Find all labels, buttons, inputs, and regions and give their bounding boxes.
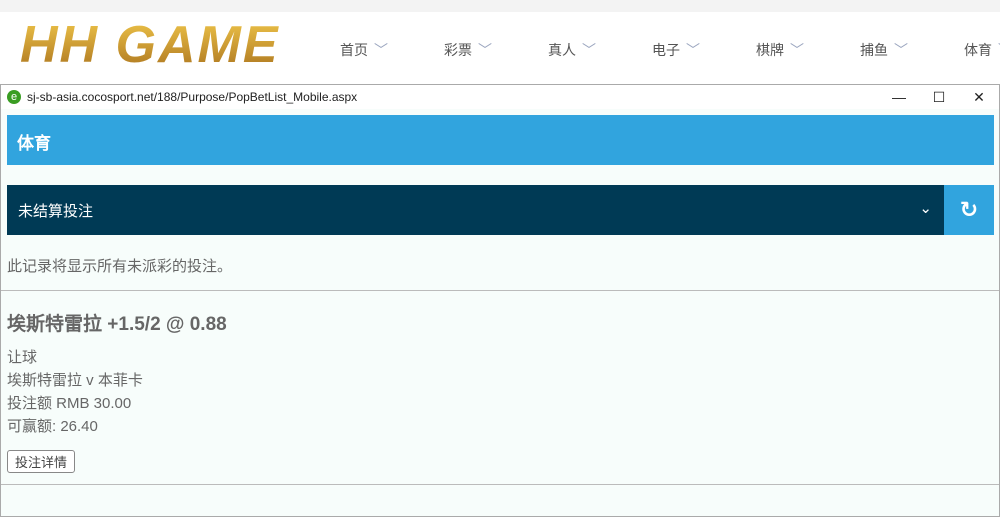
nav-label: 真人	[548, 42, 576, 58]
ie-icon: e	[7, 90, 21, 104]
title-bar: e sj-sb-asia.cocosport.net/188/Purpose/P…	[1, 85, 999, 109]
nav-fishing[interactable]: 捕鱼 ﹀	[860, 40, 964, 60]
info-note: 此记录将显示所有未派彩的投注。	[1, 235, 999, 291]
nav-lottery[interactable]: 彩票 ﹀	[444, 40, 548, 60]
maximize-button[interactable]: ☐	[919, 85, 959, 109]
bet-title: 埃斯特雷拉 +1.5/2 @ 0.88	[7, 314, 227, 335]
bet-status-select[interactable]: 未结算投注 ⌄	[7, 185, 944, 235]
nav-live[interactable]: 真人 ﹀	[548, 40, 652, 60]
nav-label: 捕鱼	[860, 42, 888, 58]
refresh-icon: ↻	[959, 197, 979, 222]
logo[interactable]: HH GAME	[20, 15, 280, 75]
chevron-down-icon: ﹀	[686, 42, 700, 58]
close-button[interactable]: ✕	[959, 85, 999, 109]
chevron-down-icon: ﹀	[582, 42, 596, 58]
nav-sports[interactable]: 体育﹀	[964, 40, 1000, 60]
section-header: 体育	[7, 115, 994, 165]
nav-label: 电子	[652, 42, 680, 58]
bet-potential-win: 可赢额: 26.40	[7, 418, 98, 435]
chevron-down-icon: ﹀	[894, 42, 908, 58]
nav-label: 体育	[964, 42, 992, 58]
bet-details-button[interactable]: 投注详情	[7, 450, 76, 473]
nav-cards[interactable]: 棋牌 ﹀	[756, 40, 860, 60]
site-header: HH GAME 首页 ﹀ 彩票 ﹀ 真人 ﹀ 电子 ﹀ 棋牌 ﹀ 捕鱼 ﹀ 体育﹀	[0, 12, 1000, 92]
refresh-button[interactable]: ↻	[944, 185, 994, 235]
url-text: sj-sb-asia.cocosport.net/188/Purpose/Pop…	[27, 90, 358, 104]
nav-home[interactable]: 首页 ﹀	[340, 40, 444, 60]
nav-label: 首页	[340, 42, 368, 58]
chevron-down-icon: ﹀	[478, 42, 492, 58]
bet-type: 让球	[7, 349, 38, 366]
bet-stake: 投注额 RMB 30.00	[7, 395, 132, 412]
nav-label: 棋牌	[756, 42, 784, 58]
nav-slots[interactable]: 电子 ﹀	[652, 40, 756, 60]
main-nav: 首页 ﹀ 彩票 ﹀ 真人 ﹀ 电子 ﹀ 棋牌 ﹀ 捕鱼 ﹀ 体育﹀	[340, 40, 1000, 60]
nav-label: 彩票	[444, 42, 472, 58]
bet-match: 埃斯特雷拉 v 本菲卡	[7, 372, 143, 389]
chevron-down-icon: ﹀	[374, 42, 388, 58]
popup-window: e sj-sb-asia.cocosport.net/188/Purpose/P…	[0, 84, 1000, 517]
chevron-down-icon: ﹀	[790, 42, 804, 58]
minimize-button[interactable]: —	[879, 85, 919, 109]
chevron-down-icon: ⌄	[919, 200, 932, 217]
bet-item: 埃斯特雷拉 +1.5/2 @ 0.88 让球 埃斯特雷拉 v 本菲卡 投注额 R…	[1, 291, 999, 485]
select-value: 未结算投注	[18, 203, 94, 220]
